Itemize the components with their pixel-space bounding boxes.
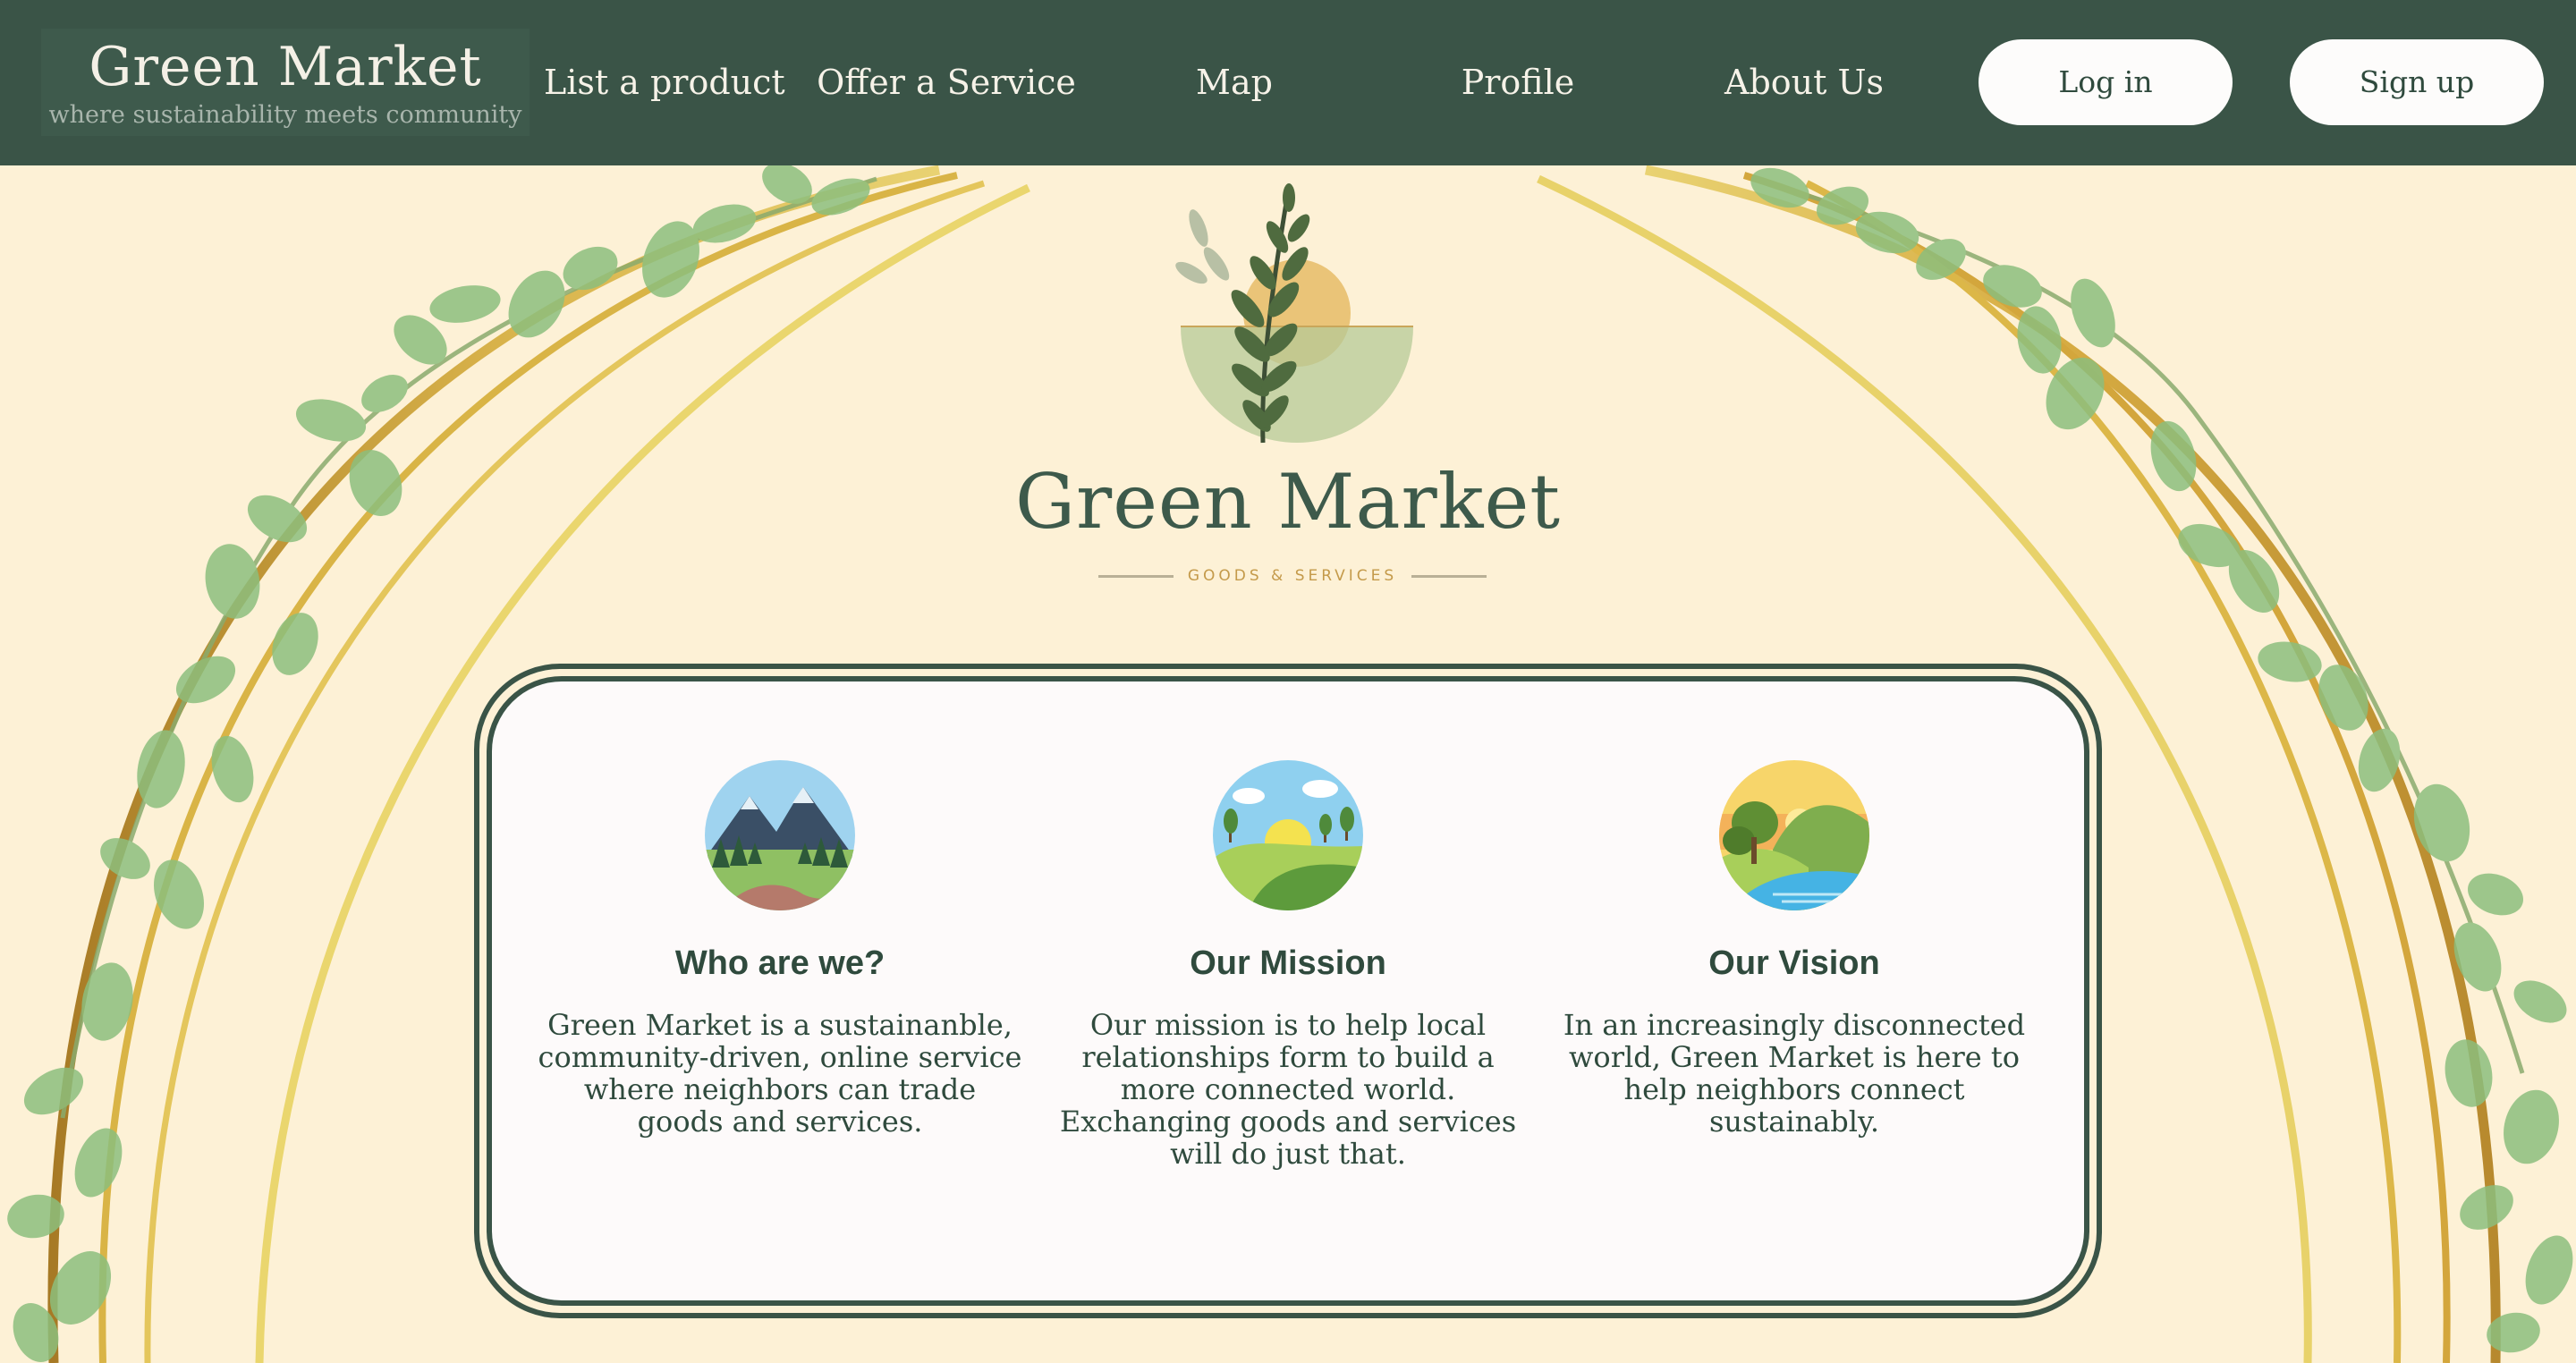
nav-list-product[interactable]: List a product [544, 55, 785, 109]
about-column-mission: Our Mission Our mission is to help local… [1038, 760, 1538, 1170]
brand-tagline: where sustainability meets community [48, 101, 522, 129]
login-button[interactable]: Log in [1979, 39, 2233, 125]
hero-subtitle: GOODS & SERVICES [1187, 567, 1398, 585]
brand-title: Green Market [89, 36, 482, 98]
sunny-hills-icon [1213, 760, 1363, 910]
brand-home-link[interactable]: Green Market where sustainability meets … [41, 29, 530, 136]
who-body: Green Market is a sustainanble, communit… [538, 1008, 1022, 1139]
lake-valley-icon [1719, 760, 1869, 910]
nav-map[interactable]: Map [1145, 55, 1324, 109]
divider-line-left [1098, 574, 1174, 578]
mission-heading: Our Mission [1190, 944, 1386, 982]
vision-heading: Our Vision [1708, 944, 1880, 982]
vision-body: In an increasingly disconnected world, G… [1563, 1008, 2026, 1139]
hero-subtitle-row: GOODS & SERVICES [1098, 563, 1487, 588]
divider-line-right [1411, 574, 1487, 578]
hero-title: Green Market [1014, 458, 1562, 546]
about-column-vision: Our Vision In an increasingly disconnect… [1544, 760, 2045, 1138]
branch-sun-logo-icon [1175, 183, 1413, 444]
nav-profile[interactable]: Profile [1428, 55, 1607, 109]
top-nav: Green Market where sustainability meets … [0, 0, 2576, 165]
nav-about-us[interactable]: About Us [1703, 55, 1905, 109]
mission-body: Our mission is to help local relationshi… [1059, 1008, 1517, 1171]
nav-offer-service[interactable]: Offer a Service [816, 55, 1077, 109]
mountain-landscape-icon [705, 760, 855, 910]
about-column-who: Who are we? Green Market is a sustainanb… [530, 760, 1030, 1138]
signup-button[interactable]: Sign up [2290, 39, 2544, 125]
who-heading: Who are we? [674, 944, 886, 982]
